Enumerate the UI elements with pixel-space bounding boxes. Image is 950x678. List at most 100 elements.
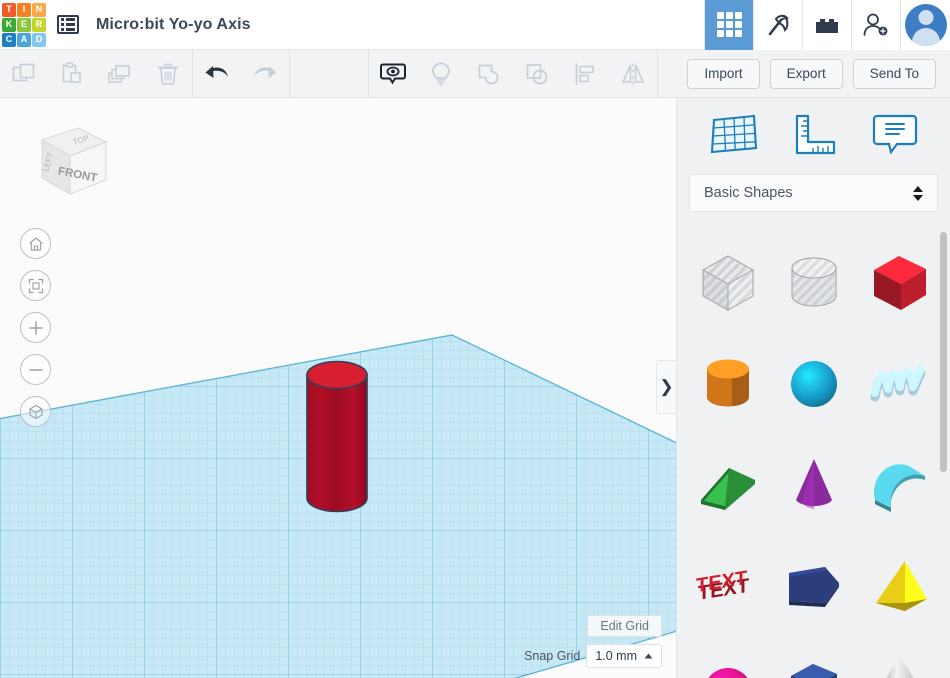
- import-button[interactable]: Import: [687, 59, 759, 89]
- home-icon: [28, 236, 44, 252]
- shape-sphere[interactable]: [771, 333, 857, 434]
- shape-cylinder-thumbnail: [693, 349, 763, 419]
- red-cylinder[interactable]: [307, 362, 367, 512]
- align-icon: [572, 61, 598, 87]
- shape-pyramid-thumbnail: [865, 551, 935, 621]
- shape-hemisphere-thumbnail: [693, 652, 763, 678]
- shape-pyramid[interactable]: [857, 535, 943, 636]
- snap-grid-select[interactable]: 1.0 mm: [586, 644, 662, 668]
- shape-scribble[interactable]: [857, 333, 943, 434]
- shape-hemisphere[interactable]: [685, 636, 771, 678]
- view-cube[interactable]: TOP LEFT FRONT: [20, 116, 112, 208]
- ruler-tool-button[interactable]: [789, 112, 841, 156]
- invite-button[interactable]: [851, 0, 900, 50]
- shape-tube[interactable]: [857, 434, 943, 535]
- undo-button[interactable]: [193, 50, 241, 98]
- main-menu-button[interactable]: [48, 0, 88, 50]
- shape-text[interactable]: TEXTTEXT: [685, 535, 771, 636]
- zoom-in-button[interactable]: [20, 312, 51, 343]
- history-tool-group: [193, 50, 289, 98]
- copy-button[interactable]: [0, 50, 48, 98]
- redo-button[interactable]: [241, 50, 289, 98]
- duplicate-button[interactable]: [96, 50, 144, 98]
- shape-roof-thumbnail: [693, 450, 763, 520]
- export-button[interactable]: Export: [770, 59, 843, 89]
- shape-box[interactable]: [857, 232, 943, 333]
- logo-letter-grid: TINKERCAD: [2, 3, 46, 47]
- shapes-panel: Basic Shapes TEXTTEXT: [676, 98, 950, 678]
- designs-grid-button[interactable]: [704, 0, 753, 50]
- shape-paraboloid-thumbnail: [865, 652, 935, 678]
- fit-to-view-button[interactable]: [20, 270, 51, 301]
- shape-scribble-thumbnail: [865, 349, 935, 419]
- shape-hex-prism[interactable]: [771, 636, 857, 678]
- logo-letter-k-3: K: [2, 18, 16, 32]
- shape-text-thumbnail: TEXTTEXT: [691, 551, 765, 621]
- zoom-out-button[interactable]: [20, 354, 51, 385]
- home-view-button[interactable]: [20, 228, 51, 259]
- mirror-button[interactable]: [609, 50, 657, 98]
- chevron-up-icon: [644, 653, 653, 659]
- grid-controls: Edit Grid Snap Grid 1.0 mm: [524, 615, 662, 668]
- shape-box-thumbnail: [865, 248, 935, 318]
- shape-polygon[interactable]: [771, 535, 857, 636]
- ungroup-button[interactable]: [513, 50, 561, 98]
- trash-icon: [155, 61, 181, 87]
- blocks-button[interactable]: [802, 0, 851, 50]
- shape-box-hole[interactable]: [685, 232, 771, 333]
- perspective-toggle-button[interactable]: [20, 396, 51, 427]
- list-icon: [57, 15, 79, 34]
- eye-bubble-icon: [379, 60, 407, 88]
- chevron-updown-icon: [913, 186, 923, 201]
- shape-cylinder[interactable]: [685, 333, 771, 434]
- shape-roof[interactable]: [685, 434, 771, 535]
- avatar-icon: [905, 4, 947, 46]
- group-button[interactable]: [465, 50, 513, 98]
- logo-letter-n-2: N: [32, 3, 46, 17]
- light-hole-button[interactable]: [417, 50, 465, 98]
- notes-tool-button[interactable]: [871, 112, 919, 156]
- duplicate-icon: [107, 61, 133, 87]
- edit-toolbar: Import Export Send To: [0, 50, 950, 98]
- logo-letter-r-5: R: [32, 18, 46, 32]
- logo-letter-i-1: I: [17, 3, 31, 17]
- shape-cone-thumbnail: [779, 450, 849, 520]
- redo-arrow-icon: [250, 61, 280, 87]
- logo-letter-e-4: E: [17, 18, 31, 32]
- ruler-icon: [789, 112, 841, 156]
- logo-letter-t-0: T: [2, 3, 16, 17]
- workplane-icon: [708, 112, 760, 156]
- send-to-button[interactable]: Send To: [853, 59, 936, 89]
- snap-grid-label: Snap Grid: [524, 649, 580, 663]
- edit-grid-button[interactable]: Edit Grid: [587, 615, 662, 637]
- logo-letter-a-7: A: [17, 33, 31, 47]
- 3d-workspace[interactable]: TOP LEFT FRONT: [0, 98, 676, 678]
- shape-sphere-thumbnail: [779, 349, 849, 419]
- shape-library-select[interactable]: Basic Shapes: [689, 174, 938, 212]
- logo-letter-d-8: D: [32, 33, 46, 47]
- shape-polygon-thumbnail: [779, 551, 849, 621]
- snap-grid-row: Snap Grid 1.0 mm: [524, 644, 662, 668]
- codeblocks-button[interactable]: [753, 0, 802, 50]
- shapes-scroll-area[interactable]: TEXTTEXT: [677, 228, 950, 678]
- show-hide-button[interactable]: [369, 50, 417, 98]
- add-person-icon: [863, 13, 889, 37]
- panel-collapse-toggle[interactable]: ❯: [656, 360, 676, 414]
- file-actions: Import Export Send To: [687, 59, 950, 89]
- align-button[interactable]: [561, 50, 609, 98]
- shape-paraboloid[interactable]: [857, 636, 943, 678]
- ungroup-icon: [524, 61, 550, 87]
- brick-icon: [814, 15, 840, 35]
- shapes-grid: TEXTTEXT: [677, 228, 950, 678]
- delete-button[interactable]: [144, 50, 192, 98]
- paste-button[interactable]: [48, 50, 96, 98]
- workplane-tool-button[interactable]: [708, 112, 760, 156]
- shape-tube-thumbnail: [865, 450, 935, 520]
- shape-cone[interactable]: [771, 434, 857, 535]
- shape-cylinder-hole[interactable]: [771, 232, 857, 333]
- panel-tool-icons: [677, 98, 950, 170]
- account-avatar[interactable]: [900, 0, 950, 50]
- object-tool-group: [369, 50, 657, 98]
- shapes-scrollbar[interactable]: [940, 232, 947, 472]
- tinkercad-logo[interactable]: TINKERCAD: [0, 0, 48, 50]
